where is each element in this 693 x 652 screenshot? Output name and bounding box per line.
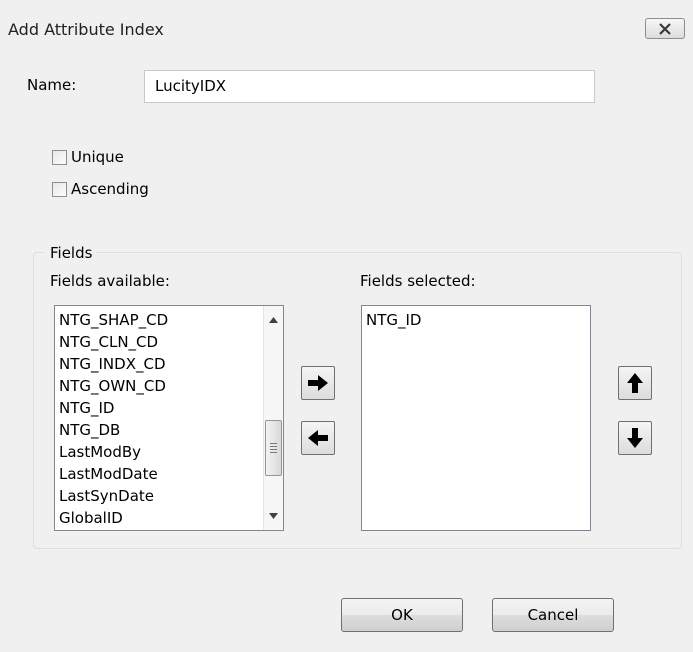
scroll-down-button[interactable]	[264, 506, 283, 526]
ascending-label: Ascending	[71, 180, 149, 198]
window-title: Add Attribute Index	[8, 20, 164, 39]
list-item[interactable]: NTG_OWN_CD	[55, 375, 283, 397]
list-item[interactable]: NTG_DB	[55, 419, 283, 441]
list-item[interactable]: GlobalID	[55, 507, 283, 529]
fields-available-label: Fields available:	[50, 272, 170, 290]
name-label: Name:	[27, 76, 77, 94]
list-item[interactable]: LastModDate	[55, 463, 283, 485]
close-icon	[659, 22, 671, 35]
list-item[interactable]: NTG_CLN_CD	[55, 331, 283, 353]
name-input[interactable]: LucityIDX	[144, 70, 595, 103]
close-button[interactable]	[645, 18, 685, 39]
title-bar: Add Attribute Index	[0, 0, 693, 50]
list-item[interactable]: NTG_ID	[55, 397, 283, 419]
arrow-right-icon	[308, 375, 328, 391]
ok-button[interactable]: OK	[341, 598, 463, 632]
list-item[interactable]: NTG_SHAP_CD	[55, 309, 283, 331]
ascending-checkbox[interactable]	[52, 181, 67, 197]
fields-available-list[interactable]: NTG_SHAP_CD NTG_CLN_CD NTG_INDX_CD NTG_O…	[54, 305, 284, 531]
add-field-button[interactable]	[301, 366, 335, 400]
fields-available-scrollbar[interactable]	[263, 306, 283, 530]
list-item[interactable]: LastSynDate	[55, 485, 283, 507]
scroll-up-button[interactable]	[264, 310, 283, 330]
move-down-button[interactable]	[618, 421, 652, 455]
scroll-down-icon	[269, 513, 278, 519]
fields-selected-label: Fields selected:	[360, 272, 476, 290]
ascending-option[interactable]: Ascending	[52, 180, 149, 198]
scroll-thumb[interactable]	[265, 420, 282, 476]
unique-checkbox[interactable]	[52, 149, 67, 165]
scroll-up-icon	[269, 317, 278, 323]
arrow-left-icon	[308, 430, 328, 446]
add-attribute-index-dialog: Add Attribute Index Name: LucityIDX Uniq…	[0, 0, 693, 652]
unique-option[interactable]: Unique	[52, 148, 124, 166]
list-item[interactable]: NTG_INDX_CD	[55, 353, 283, 375]
move-up-button[interactable]	[618, 366, 652, 400]
cancel-button[interactable]: Cancel	[492, 598, 614, 632]
list-item[interactable]: LastModBy	[55, 441, 283, 463]
arrow-up-icon	[627, 373, 643, 393]
fields-selected-list[interactable]: NTG_ID	[361, 305, 591, 531]
unique-label: Unique	[71, 148, 124, 166]
arrow-down-icon	[627, 428, 643, 448]
remove-field-button[interactable]	[301, 421, 335, 455]
fields-group-legend: Fields	[44, 244, 97, 262]
list-item[interactable]: NTG_ID	[362, 309, 590, 331]
